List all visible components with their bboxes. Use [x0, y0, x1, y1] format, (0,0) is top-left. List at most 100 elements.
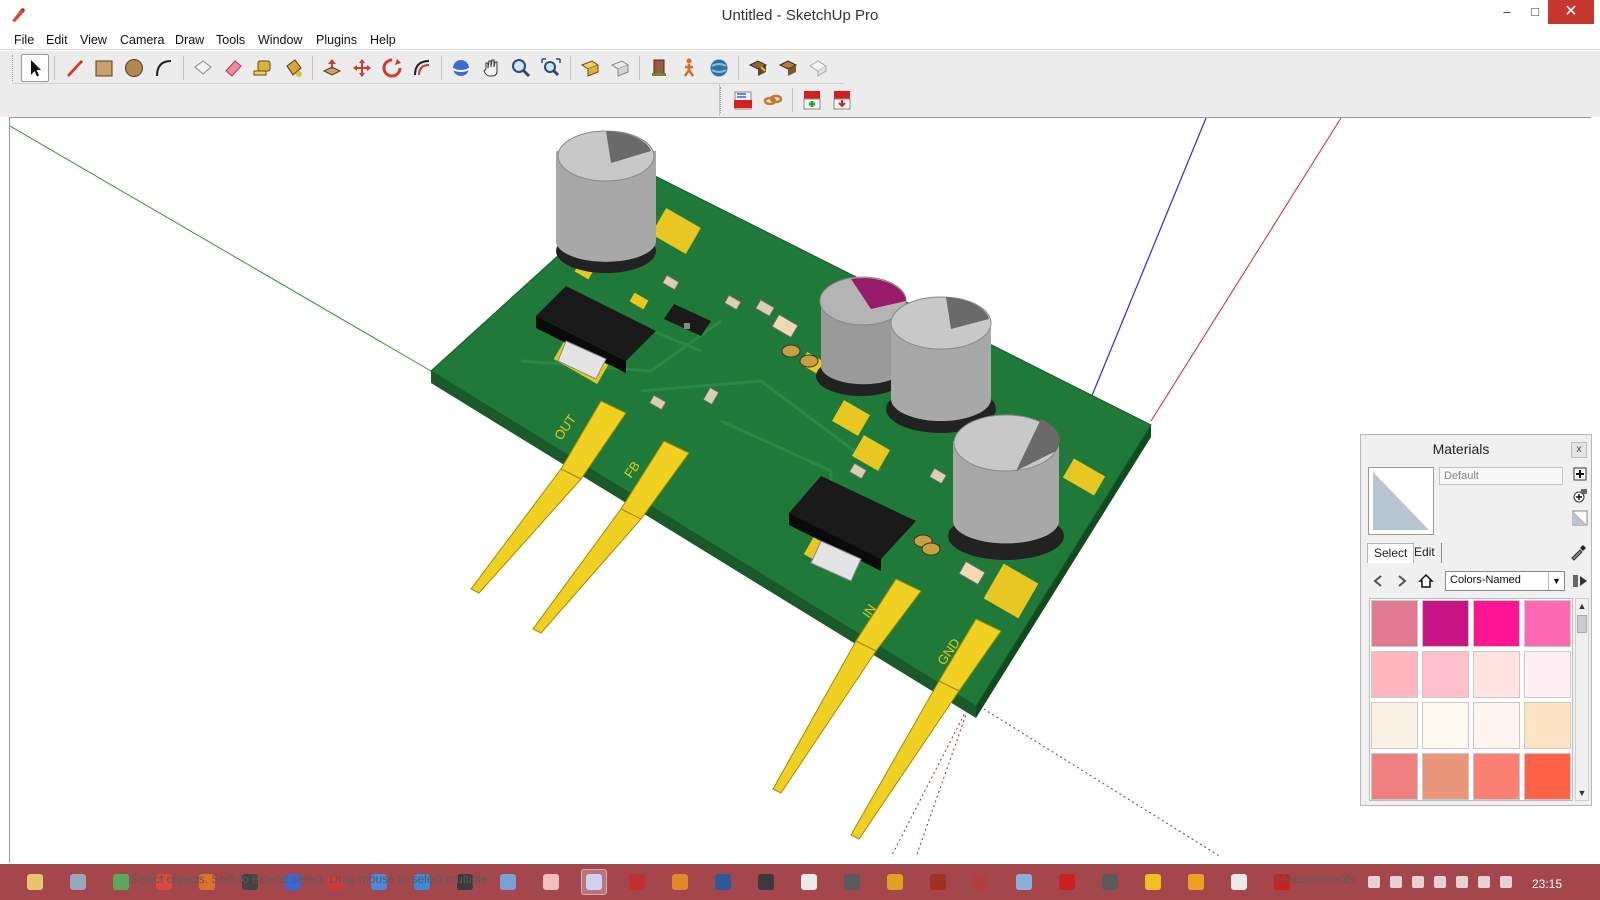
taskbar-app-icon[interactable]	[882, 869, 908, 895]
arc-icon[interactable]	[150, 54, 178, 82]
menu-plugins[interactable]: Plugins	[316, 33, 357, 47]
material-swatch[interactable]	[1473, 600, 1520, 647]
material-swatch[interactable]	[1524, 753, 1571, 800]
extension-icon[interactable]	[804, 54, 832, 82]
push-pull-icon[interactable]	[318, 54, 346, 82]
taskbar-app-icon[interactable]	[581, 869, 607, 895]
toolbar-grip[interactable]	[720, 87, 724, 113]
system-tray-icon[interactable]	[1390, 876, 1402, 888]
select-arrow-icon[interactable]	[21, 53, 49, 82]
minimize-button[interactable]: –	[1496, 0, 1518, 24]
material-swatch[interactable]	[1422, 600, 1469, 647]
taskbar-app-icon[interactable]	[1226, 869, 1252, 895]
materials-close-button[interactable]: x	[1571, 442, 1587, 458]
pencil-line-icon[interactable]	[60, 54, 88, 82]
share-model-icon[interactable]	[744, 54, 772, 82]
taskbar-app-icon[interactable]	[22, 869, 48, 895]
get-models-icon[interactable]	[774, 54, 802, 82]
home-icon[interactable]	[1417, 572, 1435, 590]
menu-tools[interactable]: Tools	[216, 33, 245, 47]
chain-link-icon[interactable]	[759, 86, 787, 114]
taskbar-app-icon[interactable]	[1011, 869, 1037, 895]
close-button[interactable]: ✕	[1548, 0, 1594, 24]
pdf-html-icon[interactable]	[828, 86, 856, 114]
material-swatch[interactable]	[1422, 702, 1469, 749]
offset-icon[interactable]	[408, 54, 436, 82]
create-material-icon[interactable]	[1571, 465, 1589, 483]
taskbar-app-icon[interactable]	[710, 869, 736, 895]
model-viewport[interactable]: OUT FB IN GND	[9, 117, 1591, 863]
scroll-down-icon[interactable]: ▼	[1576, 786, 1588, 800]
material-swatch[interactable]	[1371, 600, 1418, 647]
menu-file[interactable]: File	[14, 33, 34, 47]
scroll-up-icon[interactable]: ▲	[1576, 599, 1588, 613]
taskbar-app-icon[interactable]	[624, 869, 650, 895]
system-tray-icon[interactable]	[1478, 876, 1490, 888]
taskbar-app-icon[interactable]	[1140, 869, 1166, 895]
rotate-icon[interactable]	[378, 54, 406, 82]
pan-icon[interactable]	[477, 54, 505, 82]
export-pdf-icon[interactable]	[729, 86, 757, 114]
material-swatch[interactable]	[1473, 702, 1520, 749]
library-dropdown[interactable]: Colors-Named ▼	[1445, 571, 1565, 591]
material-name-field[interactable]: Default	[1439, 467, 1563, 485]
material-swatch[interactable]	[1524, 702, 1571, 749]
position-camera-icon[interactable]	[645, 54, 673, 82]
taskbar-app-icon[interactable]	[796, 869, 822, 895]
taskbar-app-icon[interactable]	[1183, 869, 1209, 895]
toolbar-grip[interactable]	[12, 54, 16, 81]
taskbar-app-icon[interactable]	[968, 869, 994, 895]
taskbar-app-icon[interactable]	[753, 869, 779, 895]
taskbar-app-icon[interactable]	[65, 869, 91, 895]
system-tray-icon[interactable]	[1434, 876, 1446, 888]
material-swatch[interactable]	[1371, 753, 1418, 800]
scroll-thumb[interactable]	[1577, 615, 1587, 633]
system-tray-icon[interactable]	[1412, 876, 1424, 888]
material-swatch[interactable]	[1371, 651, 1418, 698]
material-swatch[interactable]	[1473, 753, 1520, 800]
rectangle-icon[interactable]	[90, 54, 118, 82]
swatch-scrollbar[interactable]: ▲ ▼	[1575, 598, 1589, 801]
eraser-icon[interactable]	[219, 54, 247, 82]
menu-edit[interactable]: Edit	[46, 33, 68, 47]
taskbar-app-icon[interactable]	[1097, 869, 1123, 895]
tape-measure-icon[interactable]	[249, 54, 277, 82]
material-swatch[interactable]	[1524, 651, 1571, 698]
taskbar-clock[interactable]: 23:15	[1532, 877, 1562, 891]
taskbar-app-icon[interactable]	[538, 869, 564, 895]
material-swatch[interactable]	[1473, 651, 1520, 698]
move-icon[interactable]	[348, 54, 376, 82]
back-arrow-icon[interactable]	[1369, 572, 1387, 590]
menu-window[interactable]: Window	[258, 33, 302, 47]
taskbar-app-icon[interactable]	[667, 869, 693, 895]
taskbar-app-icon[interactable]	[1054, 869, 1080, 895]
system-tray-icon[interactable]	[1368, 876, 1380, 888]
zoom-icon[interactable]	[507, 54, 535, 82]
forward-arrow-icon[interactable]	[1393, 572, 1411, 590]
material-swatch[interactable]	[1422, 651, 1469, 698]
system-tray-icon[interactable]	[1456, 876, 1468, 888]
previous-view-icon[interactable]	[576, 54, 604, 82]
menu-help[interactable]: Help	[370, 33, 396, 47]
system-tray-icon[interactable]	[1500, 876, 1512, 888]
maximize-button[interactable]: □	[1524, 0, 1546, 24]
orbit-icon[interactable]	[447, 54, 475, 82]
menu-camera[interactable]: Camera	[120, 33, 164, 47]
add-to-model-icon[interactable]	[1571, 487, 1589, 505]
details-arrow-icon[interactable]	[1571, 572, 1589, 590]
material-swatch[interactable]	[1524, 600, 1571, 647]
taskbar-app-icon[interactable]	[839, 869, 865, 895]
tab-edit[interactable]: Edit	[1408, 543, 1442, 563]
make-component-icon[interactable]	[189, 54, 217, 82]
walk-icon[interactable]	[675, 54, 703, 82]
default-material-icon[interactable]	[1571, 509, 1589, 527]
material-swatch[interactable]	[1371, 702, 1418, 749]
menu-view[interactable]: View	[80, 33, 107, 47]
paint-bucket-icon[interactable]	[279, 54, 307, 82]
material-swatch[interactable]	[1422, 753, 1469, 800]
next-view-icon[interactable]	[606, 54, 634, 82]
menu-draw[interactable]: Draw	[175, 33, 204, 47]
taskbar-app-icon[interactable]	[495, 869, 521, 895]
eyedropper-icon[interactable]	[1569, 543, 1589, 563]
circle-icon[interactable]	[120, 54, 148, 82]
